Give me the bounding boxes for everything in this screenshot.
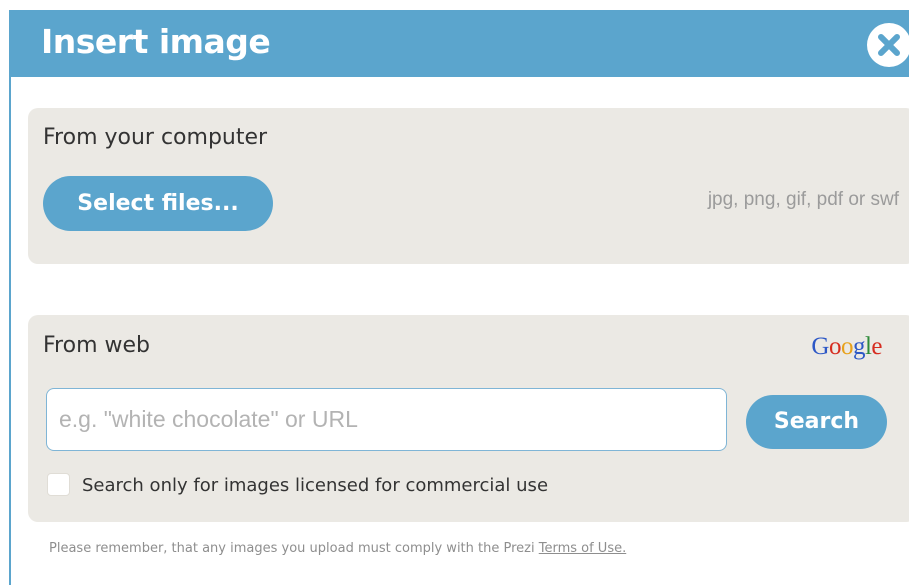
search-button[interactable]: Search xyxy=(746,395,887,449)
from-web-panel: From web Google Search Search only for i… xyxy=(28,315,909,522)
terms-notice-text: Please remember, that any images you upl… xyxy=(49,541,535,556)
from-web-heading: From web xyxy=(43,333,150,358)
terms-notice: Please remember, that any images you upl… xyxy=(49,541,626,556)
commercial-use-label: Search only for images licensed for comm… xyxy=(82,475,549,496)
from-computer-panel: From your computer Select files... jpg, … xyxy=(28,108,909,264)
dialog-titlebar: Insert image xyxy=(11,10,909,77)
supported-formats-text: jpg, png, gif, pdf or swf xyxy=(707,189,899,210)
close-icon xyxy=(878,34,900,56)
commercial-use-checkbox[interactable] xyxy=(47,473,70,496)
close-button[interactable] xyxy=(867,23,909,67)
select-files-button[interactable]: Select files... xyxy=(43,176,273,231)
google-logo: Google xyxy=(811,333,882,360)
insert-image-dialog: Insert image From your computer Select f… xyxy=(9,10,909,585)
from-computer-heading: From your computer xyxy=(43,125,268,150)
web-search-input[interactable] xyxy=(46,388,727,451)
terms-of-use-link[interactable]: Terms of Use. xyxy=(539,541,627,556)
dialog-title: Insert image xyxy=(41,22,271,61)
